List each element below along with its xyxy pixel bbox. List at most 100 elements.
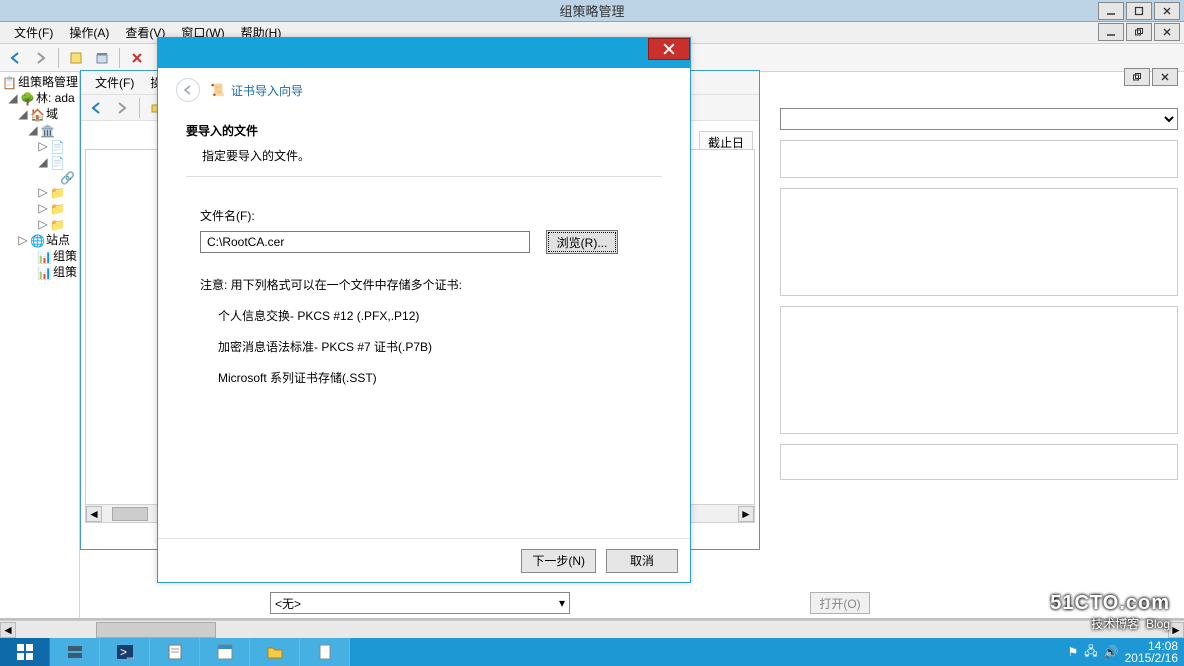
svg-text:>_: >_ bbox=[120, 645, 134, 659]
wizard-section-title: 要导入的文件 bbox=[186, 122, 662, 139]
wizard-header: 📜 证书导入向导 bbox=[158, 68, 690, 112]
folder-icon bbox=[265, 642, 285, 662]
mdi-close-button[interactable] bbox=[1154, 23, 1180, 41]
wizard-titlebar[interactable] bbox=[158, 38, 690, 68]
tray-network-icon[interactable]: 🖧 bbox=[1084, 642, 1097, 663]
menu-file[interactable]: 文件(F) bbox=[6, 22, 61, 43]
host-hscrollbar[interactable]: ◄ ► bbox=[0, 620, 1184, 638]
doc-icon bbox=[315, 642, 335, 662]
file-label: 文件名(F): bbox=[200, 207, 662, 224]
format-note: 注意: 用下列格式可以在一个文件中存储多个证书: bbox=[200, 276, 662, 293]
server-icon bbox=[65, 642, 85, 662]
task-app-1[interactable] bbox=[150, 638, 200, 666]
scroll-right-icon[interactable]: ► bbox=[738, 506, 754, 522]
gpo-icon: 📄 bbox=[50, 139, 64, 153]
domains-icon: 🏠 bbox=[30, 107, 44, 121]
system-tray[interactable]: ⚑ 🖧 🔊 14:08 2015/2/16 bbox=[1062, 638, 1184, 666]
tray-flag-icon[interactable]: ⚑ bbox=[1068, 645, 1079, 659]
nav-forward-button[interactable] bbox=[30, 47, 52, 69]
scroll-left-icon[interactable]: ◄ bbox=[86, 506, 102, 522]
delete-icon[interactable] bbox=[126, 47, 148, 69]
cancel-button[interactable]: 取消 bbox=[606, 549, 678, 573]
maximize-button[interactable] bbox=[1126, 2, 1152, 20]
right-dropdown[interactable] bbox=[780, 108, 1178, 130]
tree-sites-label[interactable]: 站点 bbox=[46, 232, 70, 248]
ou-icon: 📁 bbox=[50, 201, 64, 215]
format-pkcs7: 加密消息语法标准- PKCS #7 证书(.P7B) bbox=[200, 338, 662, 355]
tree-forest-label[interactable]: 林: ada bbox=[36, 90, 75, 106]
format-pkcs12: 个人信息交换- PKCS #12 (.PFX,.P12) bbox=[200, 307, 662, 324]
host-scroll-right-icon[interactable]: ► bbox=[1168, 622, 1184, 638]
domain-icon: 🏛️ bbox=[40, 123, 54, 137]
mdi-minimize-button[interactable] bbox=[1098, 23, 1124, 41]
tray-sound-icon[interactable]: 🔊 bbox=[1104, 645, 1119, 659]
gpo-icon: 📄 bbox=[50, 155, 64, 169]
tree-gp-model[interactable]: 组策 bbox=[53, 248, 77, 264]
ou-icon: 📁 bbox=[50, 185, 64, 199]
scroll-thumb[interactable] bbox=[112, 507, 148, 521]
report-icon: 📊 bbox=[37, 265, 51, 279]
tree-domains-label[interactable]: 域 bbox=[46, 106, 58, 122]
cert-import-wizard: 📜 证书导入向导 要导入的文件 指定要导入的文件。 文件名(F): 浏览(R).… bbox=[157, 37, 691, 583]
notepad-icon bbox=[165, 642, 185, 662]
wizard-footer: 下一步(N) 取消 bbox=[158, 538, 690, 582]
start-button[interactable] bbox=[0, 638, 50, 666]
task-powershell[interactable]: >_ bbox=[100, 638, 150, 666]
format-sst: Microsoft 系列证书存储(.SST) bbox=[200, 369, 662, 386]
task-explorer[interactable] bbox=[250, 638, 300, 666]
powershell-icon: >_ bbox=[115, 642, 135, 662]
wizard-cert-icon: 📜 bbox=[210, 83, 225, 97]
mmc-icon bbox=[215, 642, 235, 662]
right-panel-1 bbox=[780, 140, 1178, 178]
wizard-body: 要导入的文件 指定要导入的文件。 文件名(F): 浏览(R)... 注意: 用下… bbox=[186, 122, 662, 532]
browse-button[interactable]: 浏览(R)... bbox=[546, 230, 618, 254]
divider bbox=[186, 176, 662, 177]
host-scroll-left-icon[interactable]: ◄ bbox=[0, 622, 16, 638]
mdi-restore-button[interactable] bbox=[1126, 23, 1152, 41]
right-panel-4 bbox=[780, 444, 1178, 480]
toolbar-icon-1[interactable] bbox=[65, 47, 87, 69]
tray-date: 2015/2/16 bbox=[1125, 652, 1178, 664]
lower-strip: <无> ▾ 打开(O) bbox=[270, 588, 924, 618]
lower-combo-value: <无> bbox=[275, 595, 301, 612]
right-panels bbox=[780, 70, 1178, 620]
ou-icon: 📁 bbox=[50, 217, 64, 231]
right-panel-2 bbox=[780, 188, 1178, 296]
wizard-title: 证书导入向导 bbox=[231, 82, 303, 99]
tree-root-label: 组策略管理 bbox=[18, 74, 78, 90]
navigation-tree[interactable]: 📋组策略管理 ◢🌳林: ada ◢🏠域 ◢🏛️ ▷📄 ◢📄 🔗 ▷📁 ▷📁 ▷📁… bbox=[0, 72, 80, 618]
task-app-2[interactable] bbox=[200, 638, 250, 666]
nav-back-button[interactable] bbox=[4, 47, 26, 69]
host-scroll-thumb[interactable] bbox=[96, 622, 216, 638]
right-panel-3 bbox=[780, 306, 1178, 434]
minimize-button[interactable] bbox=[1098, 2, 1124, 20]
lower-combobox[interactable]: <无> ▾ bbox=[270, 592, 570, 614]
console-icon: 📋 bbox=[2, 75, 16, 89]
windows-logo-icon bbox=[16, 643, 34, 661]
tree-gp-result[interactable]: 组策 bbox=[53, 264, 77, 280]
task-app-3[interactable] bbox=[300, 638, 350, 666]
link-icon: 🔗 bbox=[60, 170, 74, 184]
win2-back-button[interactable] bbox=[85, 97, 107, 119]
taskbar: >_ ⚑ 🖧 🔊 14:08 2015/2/16 bbox=[0, 638, 1184, 666]
panel-close-button[interactable] bbox=[1152, 68, 1178, 86]
menu-action[interactable]: 操作(A) bbox=[61, 22, 117, 43]
wizard-back-icon[interactable] bbox=[176, 78, 200, 102]
open-button[interactable]: 打开(O) bbox=[810, 592, 870, 614]
file-name-input[interactable] bbox=[200, 231, 530, 253]
task-server-manager[interactable] bbox=[50, 638, 100, 666]
main-window-title: 组策略管理 bbox=[559, 1, 624, 20]
close-button[interactable] bbox=[1154, 2, 1180, 20]
wizard-section-sub: 指定要导入的文件。 bbox=[186, 147, 662, 164]
wizard-close-button[interactable] bbox=[648, 38, 690, 60]
panel-restore-button[interactable] bbox=[1124, 68, 1150, 86]
main-window-titlebar: 组策略管理 bbox=[0, 0, 1184, 22]
forest-icon: 🌳 bbox=[20, 91, 34, 105]
next-button[interactable]: 下一步(N) bbox=[521, 549, 596, 573]
sites-icon: 🌐 bbox=[30, 233, 44, 247]
chevron-down-icon: ▾ bbox=[559, 596, 565, 610]
report-icon: 📊 bbox=[37, 249, 51, 263]
win2-menu-file[interactable]: 文件(F) bbox=[87, 72, 142, 93]
win2-forward-button[interactable] bbox=[111, 97, 133, 119]
toolbar-icon-2[interactable] bbox=[91, 47, 113, 69]
